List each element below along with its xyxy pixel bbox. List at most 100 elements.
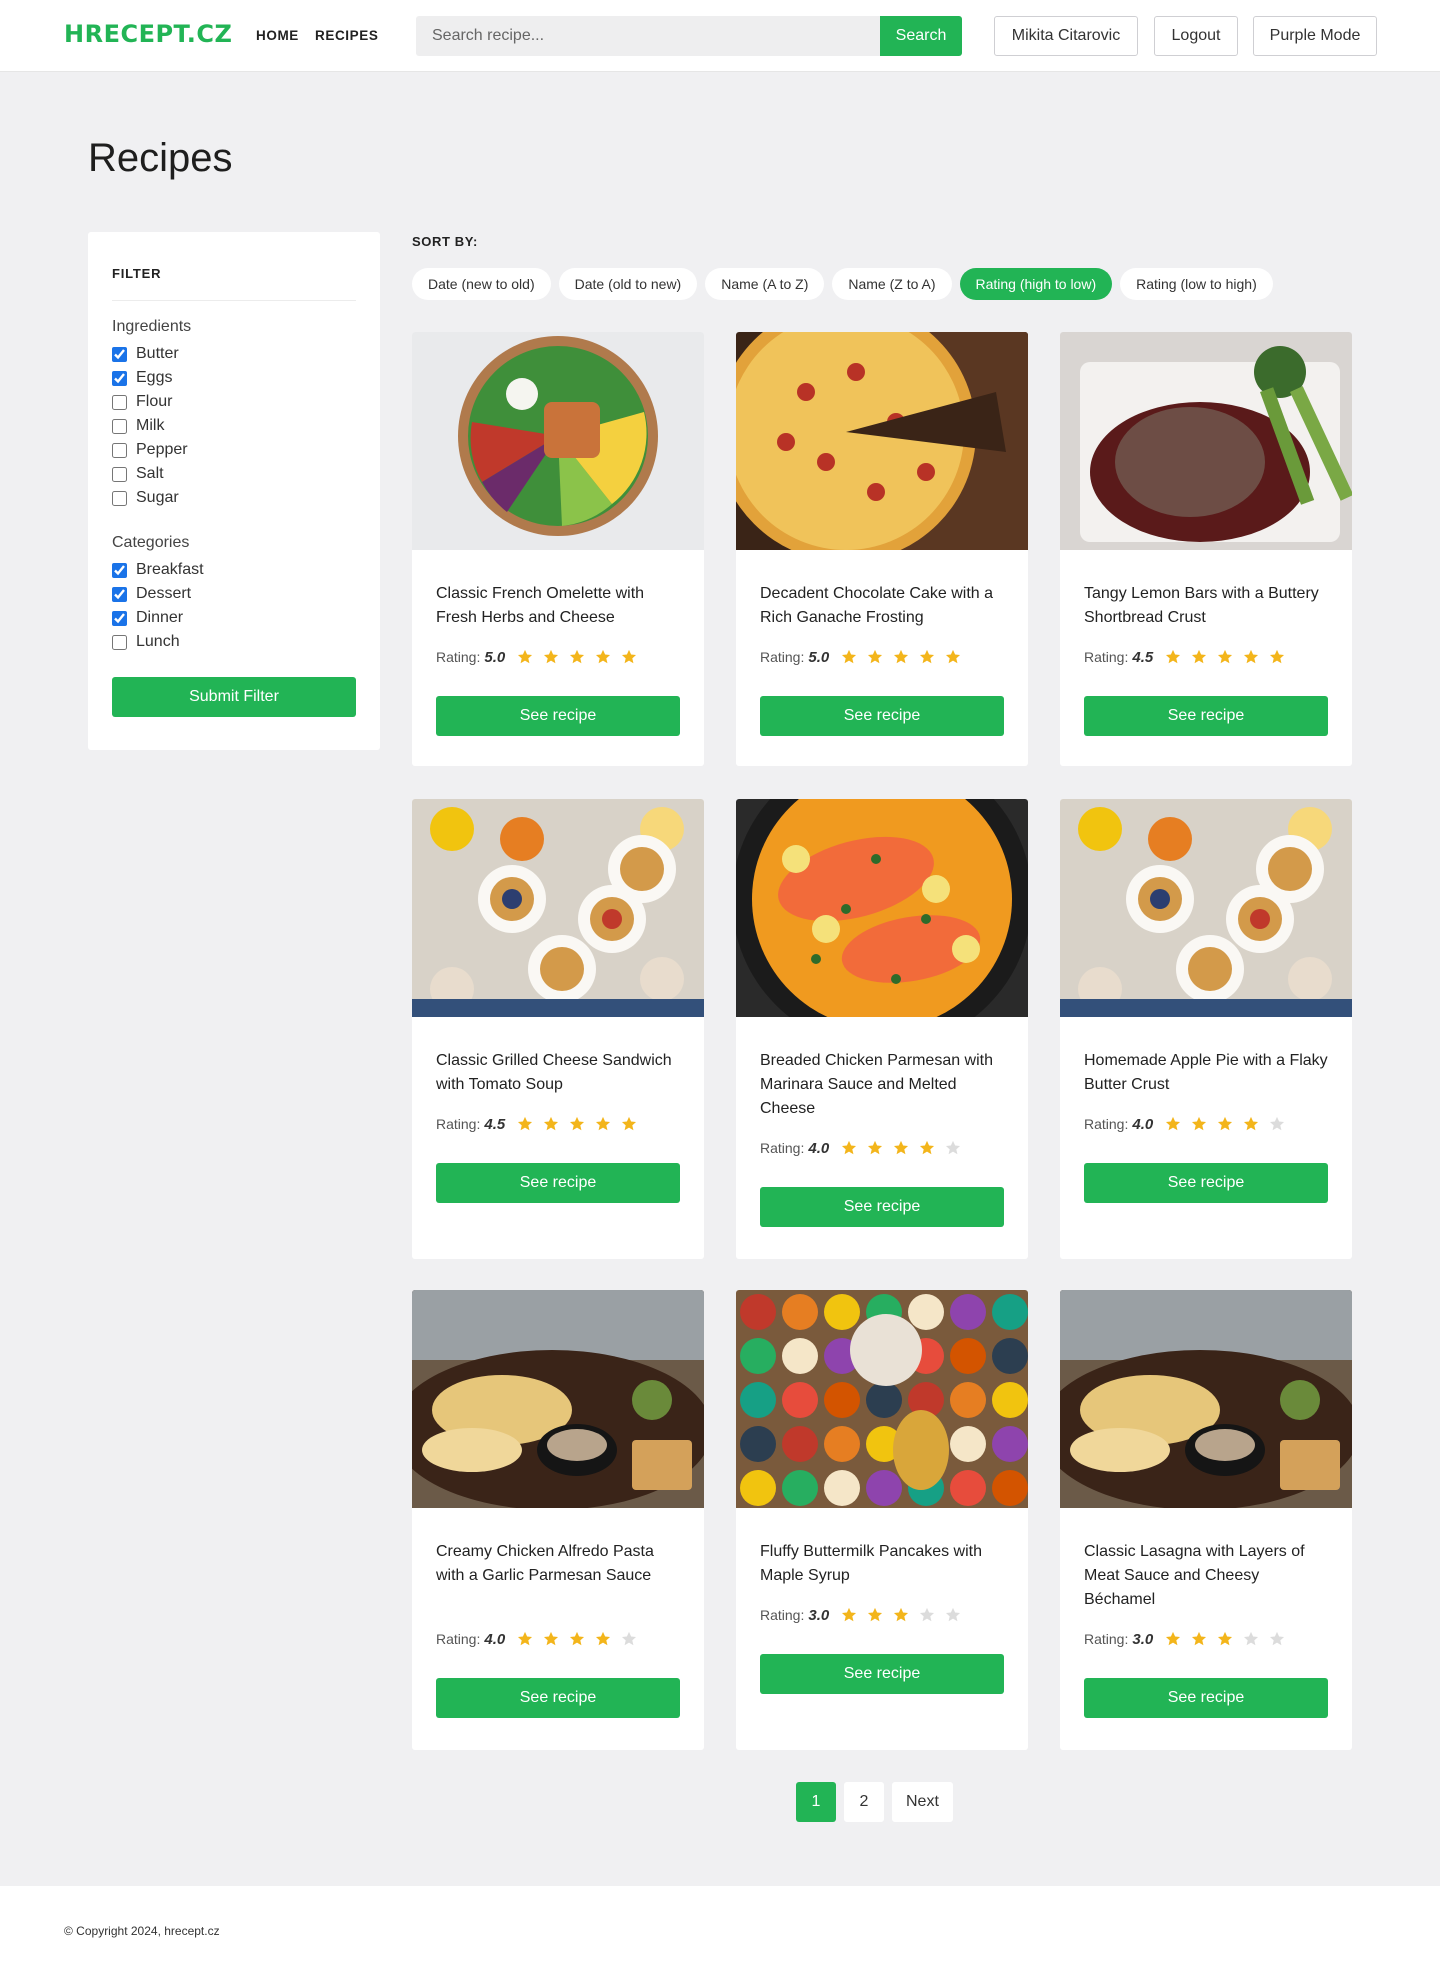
recipe-image[interactable] [412, 799, 704, 1017]
see-recipe-button[interactable]: See recipe [760, 696, 1004, 736]
rating-value: 3.0 [1132, 1630, 1154, 1648]
star-rating [1160, 1630, 1290, 1648]
checkbox-label: Flour [136, 393, 173, 410]
next-page-button[interactable]: Next [892, 1782, 953, 1822]
star-icon [1218, 649, 1233, 664]
star-icon [1166, 1116, 1181, 1131]
rating-label: Rating: [436, 1631, 481, 1647]
rating-value: 4.0 [484, 1630, 506, 1648]
sort-option-button[interactable]: Rating (high to low) [959, 268, 1113, 300]
sort-option-button[interactable]: Name (Z to A) [832, 268, 952, 300]
rating-label: Rating: [760, 649, 805, 665]
sort-option-button[interactable]: Date (new to old) [412, 268, 551, 300]
checkbox-label: Salt [136, 465, 164, 482]
star-icon [1270, 1631, 1285, 1646]
star-icon [946, 1607, 961, 1622]
site-logo[interactable]: HRECEPT.CZ [64, 20, 232, 48]
categories-heading: Categories [112, 534, 190, 551]
see-recipe-button[interactable]: See recipe [760, 1187, 1004, 1227]
rating-label: Rating: [436, 1116, 481, 1132]
star-icon [1270, 649, 1285, 664]
recipe-title: Homemade Apple Pie with a Flaky Butter C… [1084, 1052, 1328, 1093]
rating-value: 4.0 [808, 1139, 830, 1157]
star-icon [842, 649, 857, 664]
sort-option-button[interactable]: Rating (low to high) [1120, 268, 1273, 300]
ingredients-option-butter[interactable]: Butter [112, 343, 179, 365]
search-button[interactable]: Search [880, 16, 962, 56]
see-recipe-button[interactable]: See recipe [1084, 696, 1328, 736]
ingredients-option-flour[interactable]: Flour [112, 391, 172, 413]
star-icon [570, 649, 585, 664]
recipe-card: Breaded Chicken Parmesan with Marinara S… [736, 799, 1028, 1259]
ingredients-checkbox-sugar[interactable] [112, 490, 127, 506]
ingredients-checkbox-milk[interactable] [112, 418, 127, 434]
categories-checkbox-dinner[interactable] [112, 610, 127, 626]
ingredients-checkbox-butter[interactable] [112, 346, 127, 362]
rating-value: 4.5 [1132, 648, 1154, 666]
recipe-image[interactable] [736, 332, 1028, 550]
search-bar: Search [416, 16, 962, 56]
user-profile-button[interactable]: Mikita Citarovic [994, 16, 1138, 56]
ingredients-checkbox-flour[interactable] [112, 394, 127, 410]
checkbox-label: Dessert [136, 585, 192, 602]
star-rating [1160, 648, 1290, 666]
ingredients-option-salt[interactable]: Salt [112, 463, 164, 485]
nav-home-link[interactable]: HOME [256, 28, 299, 43]
ingredients-option-eggs[interactable]: Eggs [112, 367, 172, 389]
see-recipe-button[interactable]: See recipe [436, 1678, 680, 1718]
page-1-button[interactable]: 1 [796, 1782, 836, 1822]
see-recipe-button[interactable]: See recipe [760, 1654, 1004, 1694]
star-icon [868, 649, 883, 664]
rating-label: Rating: [1084, 649, 1129, 665]
star-icon [920, 1140, 935, 1155]
recipe-image[interactable] [1060, 1290, 1352, 1508]
ingredients-heading: Ingredients [112, 318, 192, 335]
ingredients-option-sugar[interactable]: Sugar [112, 487, 179, 509]
categories-option-dinner[interactable]: Dinner [112, 607, 183, 629]
see-recipe-button[interactable]: See recipe [1084, 1678, 1328, 1718]
theme-toggle-button[interactable]: Purple Mode [1253, 16, 1377, 56]
star-rating [836, 648, 966, 666]
recipe-image[interactable] [1060, 799, 1352, 1017]
star-icon [570, 1116, 585, 1131]
categories-option-breakfast[interactable]: Breakfast [112, 559, 204, 581]
categories-checkbox-dessert[interactable] [112, 586, 127, 602]
star-icon [518, 1631, 533, 1646]
rating-label: Rating: [1084, 1116, 1129, 1132]
sort-option-button[interactable]: Name (A to Z) [705, 268, 825, 300]
star-icon [570, 1631, 585, 1646]
ingredients-option-milk[interactable]: Milk [112, 415, 164, 437]
ingredients-checkbox-salt[interactable] [112, 466, 127, 482]
rating-row: Rating: 3.0 [760, 1606, 966, 1624]
logout-button[interactable]: Logout [1154, 16, 1238, 56]
star-icon [894, 1607, 909, 1622]
star-rating [836, 1606, 966, 1624]
submit-filter-button[interactable]: Submit Filter [112, 677, 356, 717]
ingredients-checkbox-pepper[interactable] [112, 442, 127, 458]
recipe-image[interactable] [736, 1290, 1028, 1508]
recipe-image[interactable] [1060, 332, 1352, 550]
categories-option-dessert[interactable]: Dessert [112, 583, 191, 605]
recipe-image[interactable] [736, 799, 1028, 1017]
see-recipe-button[interactable]: See recipe [436, 696, 680, 736]
nav-recipes-link[interactable]: RECIPES [315, 28, 378, 43]
recipe-image[interactable] [412, 1290, 704, 1508]
see-recipe-button[interactable]: See recipe [1084, 1163, 1328, 1203]
search-input[interactable] [416, 16, 880, 56]
page-2-button[interactable]: 2 [844, 1782, 884, 1822]
recipe-image[interactable] [412, 332, 704, 550]
recipe-card: Fluffy Buttermilk Pancakes with Maple Sy… [736, 1290, 1028, 1750]
star-icon [1218, 1631, 1233, 1646]
categories-option-lunch[interactable]: Lunch [112, 631, 180, 653]
see-recipe-button[interactable]: See recipe [436, 1163, 680, 1203]
ingredients-option-pepper[interactable]: Pepper [112, 439, 188, 461]
star-icon [1166, 649, 1181, 664]
star-icon [842, 1607, 857, 1622]
recipe-card: Classic Lasagna with Layers of Meat Sauc… [1060, 1290, 1352, 1750]
rating-value: 3.0 [808, 1606, 830, 1624]
ingredients-checkbox-eggs[interactable] [112, 370, 127, 386]
star-icon [894, 649, 909, 664]
categories-checkbox-breakfast[interactable] [112, 562, 127, 578]
sort-option-button[interactable]: Date (old to new) [558, 268, 698, 300]
categories-checkbox-lunch[interactable] [112, 634, 127, 650]
